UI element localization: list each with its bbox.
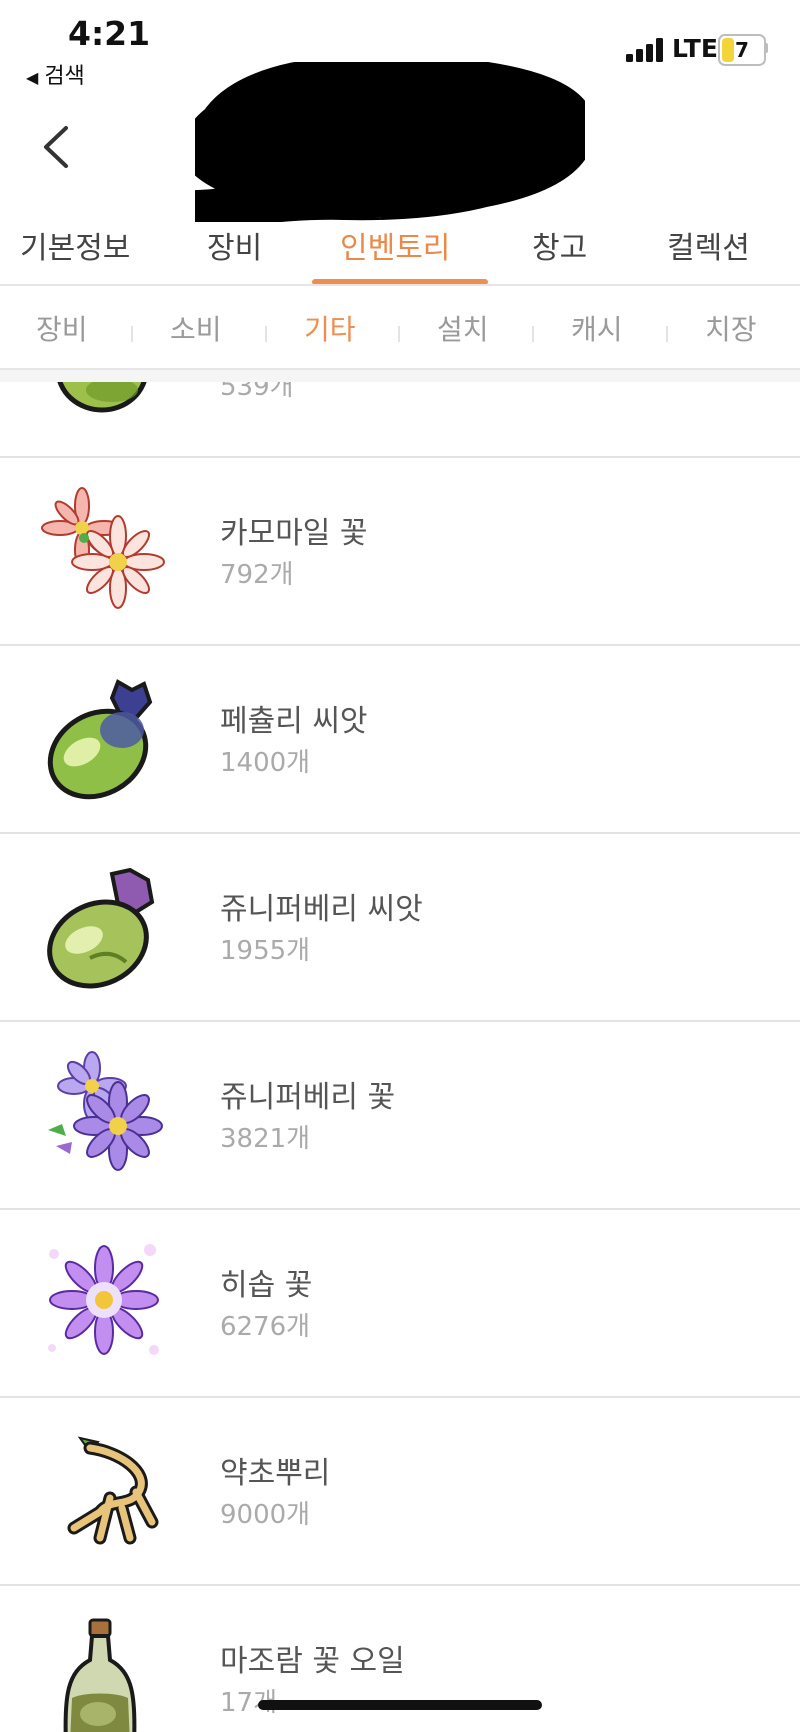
separator [131, 326, 133, 342]
separator [532, 326, 534, 342]
divider [0, 284, 800, 286]
item-name: 쥬니퍼베리 씨앗 [220, 892, 423, 927]
list-item[interactable]: 쥬니퍼베리 꽃 3821개 [0, 1022, 800, 1210]
battery-tip [765, 43, 768, 53]
subtab-consumable[interactable]: 소비 [170, 308, 222, 348]
item-name: 히솝 꽃 [220, 1268, 313, 1303]
separator [265, 326, 267, 342]
signal-icon [626, 38, 666, 62]
list-item[interactable]: 마조람 꽃 오일 17개 [0, 1586, 800, 1732]
hyssop-flower-icon [40, 1238, 170, 1368]
subtab-etc[interactable]: 기타 [304, 308, 356, 348]
back-to-app-link[interactable]: ◀ 검색 [26, 58, 85, 90]
sub-tab-bar: 장비 소비 기타 설치 캐시 치장 [0, 290, 800, 370]
marjoram-oil-icon [40, 1614, 170, 1732]
subtab-cash[interactable]: 캐시 [571, 308, 623, 348]
tab-inventory[interactable]: 인벤토리 [340, 223, 450, 267]
main-tab-bar: 기본정보 장비 인벤토리 창고 컬렉션 [0, 205, 800, 285]
subtab-cosmetic[interactable]: 치장 [705, 308, 757, 348]
green-seed-icon [40, 382, 170, 428]
item-name: 약초뿌리 [220, 1456, 331, 1491]
subtab-equipment[interactable]: 장비 [36, 308, 88, 348]
list-item[interactable]: 카모마일 꽃 792개 [0, 458, 800, 646]
tab-storage[interactable]: 창고 [532, 223, 587, 267]
list-item[interactable]: 쥬니퍼베리 씨앗 1955개 [0, 834, 800, 1022]
item-count: 1955개 [220, 936, 311, 966]
item-list: 539개 카모마일 꽃 792개 페츌리 씨앗 1400개 쥬니퍼베리 씨앗 1… [0, 382, 800, 1732]
item-count: 3821개 [220, 1124, 311, 1154]
subtab-install[interactable]: 설치 [437, 308, 489, 348]
tab-basic-info[interactable]: 기본정보 [20, 223, 130, 267]
tab-equipment[interactable]: 장비 [207, 223, 262, 267]
juniperberry-seed-icon [40, 862, 170, 992]
item-name: 페츌리 씨앗 [220, 704, 368, 739]
list-item[interactable]: 히솝 꽃 6276개 [0, 1210, 800, 1398]
separator [666, 326, 668, 342]
tab-collection[interactable]: 컬렉션 [667, 223, 750, 267]
herb-root-icon [40, 1426, 170, 1556]
item-name: 쥬니퍼베리 꽃 [220, 1080, 396, 1115]
battery-level: 7 [735, 38, 749, 62]
item-name: 카모마일 꽃 [220, 516, 368, 551]
chamomile-flower-icon [40, 486, 170, 616]
back-triangle-icon: ◀ [26, 68, 39, 87]
item-count: 6276개 [220, 1312, 311, 1342]
patchouli-seed-icon [40, 674, 170, 804]
item-count: 1400개 [220, 748, 311, 778]
juniperberry-flower-icon [40, 1050, 170, 1180]
item-name: 마조람 꽃 오일 [220, 1644, 405, 1679]
item-count: 792개 [220, 560, 294, 590]
item-count: 9000개 [220, 1500, 311, 1530]
list-item[interactable]: 약초뿌리 9000개 [0, 1398, 800, 1586]
network-type: LTE [672, 34, 718, 63]
list-item[interactable]: 539개 [0, 382, 800, 458]
status-time: 4:21 [68, 14, 151, 53]
back-app-label: 검색 [44, 64, 85, 89]
separator [398, 326, 400, 342]
home-indicator[interactable] [258, 1700, 542, 1710]
list-item[interactable]: 페츌리 씨앗 1400개 [0, 646, 800, 834]
back-chevron-icon[interactable] [38, 122, 78, 172]
list-top-band [0, 370, 800, 382]
item-count: 539개 [220, 382, 294, 402]
redacted-character-name [165, 54, 596, 231]
battery-icon: 7 [718, 34, 766, 66]
